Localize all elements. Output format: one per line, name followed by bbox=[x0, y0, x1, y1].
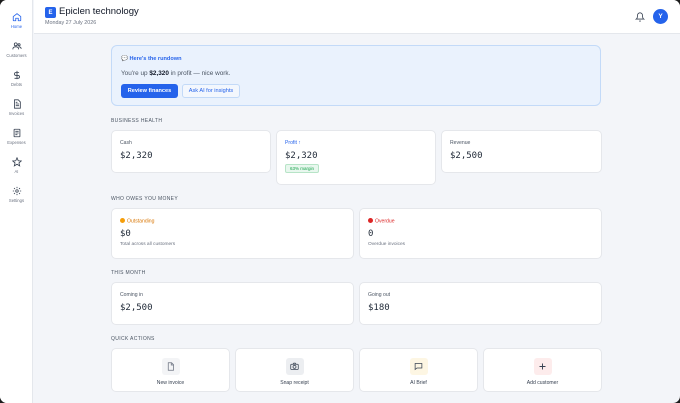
sidebar-item-label: Customers bbox=[6, 53, 27, 58]
sidebar-item-label: Home bbox=[10, 24, 23, 29]
outstanding-card[interactable]: Outstanding $0 Total across all customer… bbox=[111, 208, 354, 259]
cash-card[interactable]: Cash $2,320 bbox=[111, 130, 271, 173]
rundown-amount: $2,320 bbox=[149, 70, 169, 77]
chat-icon bbox=[409, 358, 428, 375]
profit-margin-badge: 63% margin bbox=[285, 164, 320, 173]
customers-icon bbox=[11, 42, 22, 50]
rundown-text: You're up $2,320 in profit — nice work. bbox=[121, 70, 231, 77]
section-quick-actions: QUICK ACTIONS bbox=[111, 336, 155, 342]
section-this-month: THIS MONTH bbox=[111, 270, 146, 276]
outstanding-dot-icon bbox=[120, 218, 125, 223]
document-icon bbox=[161, 358, 180, 375]
sidebar: Home Customers Debts Invoices Expenses A… bbox=[0, 0, 33, 403]
going-out-label: Going out bbox=[368, 292, 391, 298]
home-icon bbox=[12, 13, 21, 22]
sidebar-item-settings[interactable]: Settings bbox=[0, 185, 33, 211]
coming-in-card[interactable]: Coming in $2,500 bbox=[111, 282, 354, 325]
bell-icon[interactable] bbox=[635, 12, 645, 22]
company-name[interactable]: Epiclen technology bbox=[59, 6, 139, 17]
going-out-card[interactable]: Going out $180 bbox=[359, 282, 602, 325]
cash-label: Cash bbox=[120, 140, 132, 146]
overdue-value: 0 bbox=[368, 229, 374, 239]
main-content: 💬 Here's the rundown You're up $2,320 in… bbox=[34, 35, 680, 403]
plus-icon bbox=[533, 358, 552, 375]
revenue-value: $2,500 bbox=[450, 151, 483, 161]
revenue-label: Revenue bbox=[450, 140, 471, 146]
profit-card[interactable]: Profit ↑ $2,320 63% margin bbox=[276, 130, 436, 185]
outstanding-label: Outstanding bbox=[120, 218, 154, 225]
sidebar-item-label: Debts bbox=[11, 82, 22, 87]
overdue-label: Overdue bbox=[368, 218, 395, 225]
overdue-dot-icon bbox=[368, 218, 373, 223]
quick-action-label: Snap receipt bbox=[280, 380, 309, 386]
invoice-icon bbox=[13, 99, 21, 109]
revenue-card[interactable]: Revenue $2,500 bbox=[441, 130, 602, 173]
quick-action-new-invoice[interactable]: New invoice bbox=[111, 348, 230, 392]
coming-in-label: Coming in bbox=[120, 292, 143, 298]
dollar-icon bbox=[13, 70, 20, 80]
sidebar-item-label: Invoices bbox=[8, 111, 25, 116]
current-date: Monday 27 July 2026 bbox=[45, 20, 97, 26]
quick-action-label: AI Brief bbox=[410, 380, 427, 386]
top-header: E Epiclen technology › Monday 27 July 20… bbox=[34, 0, 680, 34]
rundown-title: 💬 Here's the rundown bbox=[121, 56, 182, 62]
overdue-card[interactable]: Overdue 0 Overdue invoices bbox=[359, 208, 602, 259]
sidebar-item-label: Expenses bbox=[7, 140, 26, 145]
star-icon bbox=[11, 157, 22, 167]
quick-action-ai-brief[interactable]: AI Brief bbox=[359, 348, 478, 392]
user-avatar[interactable]: Y bbox=[653, 9, 668, 24]
overdue-sub: Overdue invoices bbox=[368, 242, 406, 247]
outstanding-value: $0 bbox=[120, 229, 131, 239]
app-window: Home Customers Debts Invoices Expenses A… bbox=[0, 0, 680, 403]
sidebar-item-label: Settings bbox=[8, 198, 25, 203]
sidebar-item-expenses[interactable]: Expenses bbox=[0, 127, 33, 153]
outstanding-sub: Total across all customers bbox=[120, 242, 176, 247]
camera-icon bbox=[285, 358, 304, 375]
section-who-owes: WHO OWES YOU MONEY bbox=[111, 196, 179, 202]
sidebar-item-debts[interactable]: Debts bbox=[0, 69, 33, 95]
receipt-icon bbox=[13, 128, 20, 138]
gear-icon bbox=[12, 186, 21, 196]
coming-in-value: $2,500 bbox=[120, 303, 153, 313]
profit-value: $2,320 bbox=[285, 151, 318, 161]
going-out-value: $180 bbox=[368, 303, 390, 313]
quick-action-snap-receipt[interactable]: Snap receipt bbox=[235, 348, 354, 392]
sidebar-item-home[interactable]: Home bbox=[0, 11, 33, 37]
sidebar-item-invoices[interactable]: Invoices bbox=[0, 98, 33, 124]
profit-label: Profit ↑ bbox=[285, 140, 301, 146]
ask-ai-button[interactable]: Ask AI for insights bbox=[182, 84, 240, 98]
sidebar-item-ai[interactable]: AI bbox=[0, 156, 33, 182]
chevron-right-icon[interactable]: › bbox=[133, 9, 135, 15]
sidebar-item-label: AI bbox=[14, 169, 19, 174]
section-business-health: BUSINESS HEALTH bbox=[111, 118, 163, 124]
sidebar-item-customers[interactable]: Customers bbox=[0, 40, 33, 66]
rundown-banner: 💬 Here's the rundown You're up $2,320 in… bbox=[111, 45, 601, 106]
quick-action-label: Add customer bbox=[526, 380, 559, 386]
quick-action-label: New invoice bbox=[156, 380, 185, 386]
cash-value: $2,320 bbox=[120, 151, 153, 161]
company-logo: E bbox=[45, 7, 56, 18]
review-finances-button[interactable]: Review finances bbox=[121, 84, 178, 98]
quick-action-add-customer[interactable]: Add customer bbox=[483, 348, 602, 392]
